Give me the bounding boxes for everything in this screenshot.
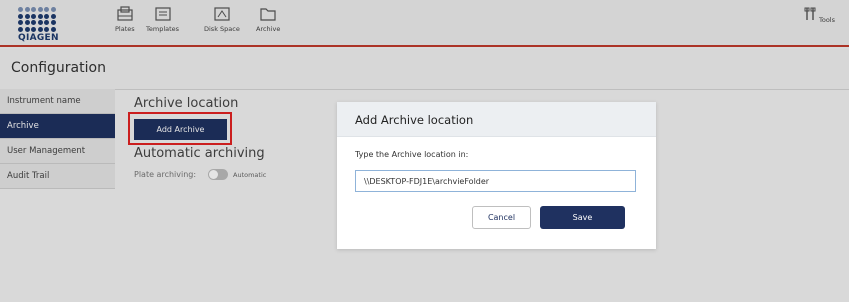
save-button[interactable]: Save <box>540 206 625 229</box>
dialog-prompt: Type the Archive location in: <box>355 150 469 159</box>
dialog-title: Add Archive location <box>337 102 656 137</box>
cancel-button[interactable]: Cancel <box>472 206 531 229</box>
archive-location-input[interactable] <box>355 170 636 192</box>
add-archive-location-dialog: Add Archive location Type the Archive lo… <box>337 102 656 249</box>
